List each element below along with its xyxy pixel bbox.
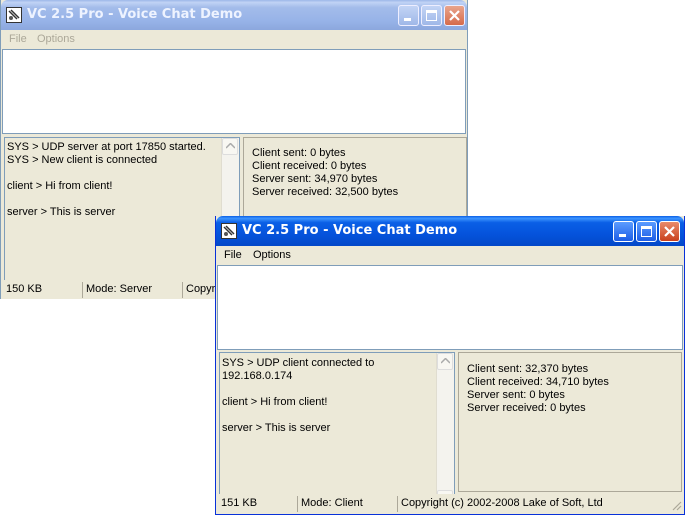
menu-file[interactable]: File xyxy=(224,249,242,261)
minimize-button[interactable] xyxy=(398,5,419,26)
maximize-button[interactable] xyxy=(421,5,442,26)
menu-bar: File Options xyxy=(1,30,467,49)
client-window[interactable]: VC 2.5 Pro - Voice Chat Demo File Option… xyxy=(215,216,685,515)
log-line: SYS > New client is connected xyxy=(7,154,158,166)
menu-options[interactable]: Options xyxy=(253,249,291,261)
status-mode: Mode: Client xyxy=(298,496,398,512)
scroll-up-button[interactable] xyxy=(222,138,238,155)
scroll-up-icon xyxy=(441,358,450,364)
scroll-up-button[interactable] xyxy=(437,353,453,370)
status-size: 150 KB xyxy=(3,282,83,298)
close-button[interactable] xyxy=(444,5,465,26)
maximize-button[interactable] xyxy=(636,221,657,242)
status-copyright: Copyright (c) 2002-2008 Lake of Soft, Lt… xyxy=(401,497,603,509)
scroll-up-icon xyxy=(226,143,235,149)
menu-bar: File Options xyxy=(216,246,684,265)
chat-log[interactable]: SYS > UDP client connected to 192.168.0.… xyxy=(219,352,455,508)
server-title-bar[interactable]: VC 2.5 Pro - Voice Chat Demo xyxy=(1,0,467,30)
app-icon[interactable] xyxy=(6,7,22,23)
stat-server-sent: Server sent: 34,970 bytes xyxy=(252,173,378,185)
traffic-stats: Client sent: 32,370 bytes Client receive… xyxy=(458,352,682,492)
chat-log[interactable]: SYS > UDP server at port 17850 started. … xyxy=(4,137,240,281)
video-pane xyxy=(2,49,466,134)
stat-server-received: Server received: 0 bytes xyxy=(467,402,586,414)
status-size: 151 KB xyxy=(218,496,298,512)
window-title: VC 2.5 Pro - Voice Chat Demo xyxy=(242,223,458,238)
status-bar: 151 KB Mode: Client Copyright (c) 2002-2… xyxy=(216,494,684,513)
stat-client-received: Client received: 34,710 bytes xyxy=(467,376,609,388)
chat-log-scrollbar[interactable] xyxy=(436,353,454,507)
close-button[interactable] xyxy=(659,221,680,242)
stat-client-received: Client received: 0 bytes xyxy=(252,160,367,172)
stat-client-sent: Client sent: 0 bytes xyxy=(252,147,346,159)
stat-client-sent: Client sent: 32,370 bytes xyxy=(467,363,589,375)
log-line: client > Hi from client! xyxy=(7,180,113,192)
minimize-button[interactable] xyxy=(613,221,634,242)
log-line: server > This is server xyxy=(7,206,116,218)
app-icon[interactable] xyxy=(221,223,237,239)
window-title: VC 2.5 Pro - Voice Chat Demo xyxy=(27,7,243,22)
log-line: client > Hi from client! xyxy=(222,396,328,408)
status-mode: Mode: Server xyxy=(83,282,183,298)
stat-server-sent: Server sent: 0 bytes xyxy=(467,389,565,401)
log-line: server > This is server xyxy=(222,422,331,434)
stat-server-received: Server received: 32,500 bytes xyxy=(252,186,399,198)
log-line: SYS > UDP client connected to xyxy=(222,357,375,369)
menu-options[interactable]: Options xyxy=(37,33,75,45)
size-grip-icon[interactable] xyxy=(670,499,682,511)
log-line: 192.168.0.174 xyxy=(222,370,293,382)
menu-file[interactable]: File xyxy=(9,33,27,45)
client-title-bar[interactable]: VC 2.5 Pro - Voice Chat Demo xyxy=(216,216,684,246)
log-line: SYS > UDP server at port 17850 started. xyxy=(7,141,206,153)
video-pane xyxy=(217,265,683,350)
